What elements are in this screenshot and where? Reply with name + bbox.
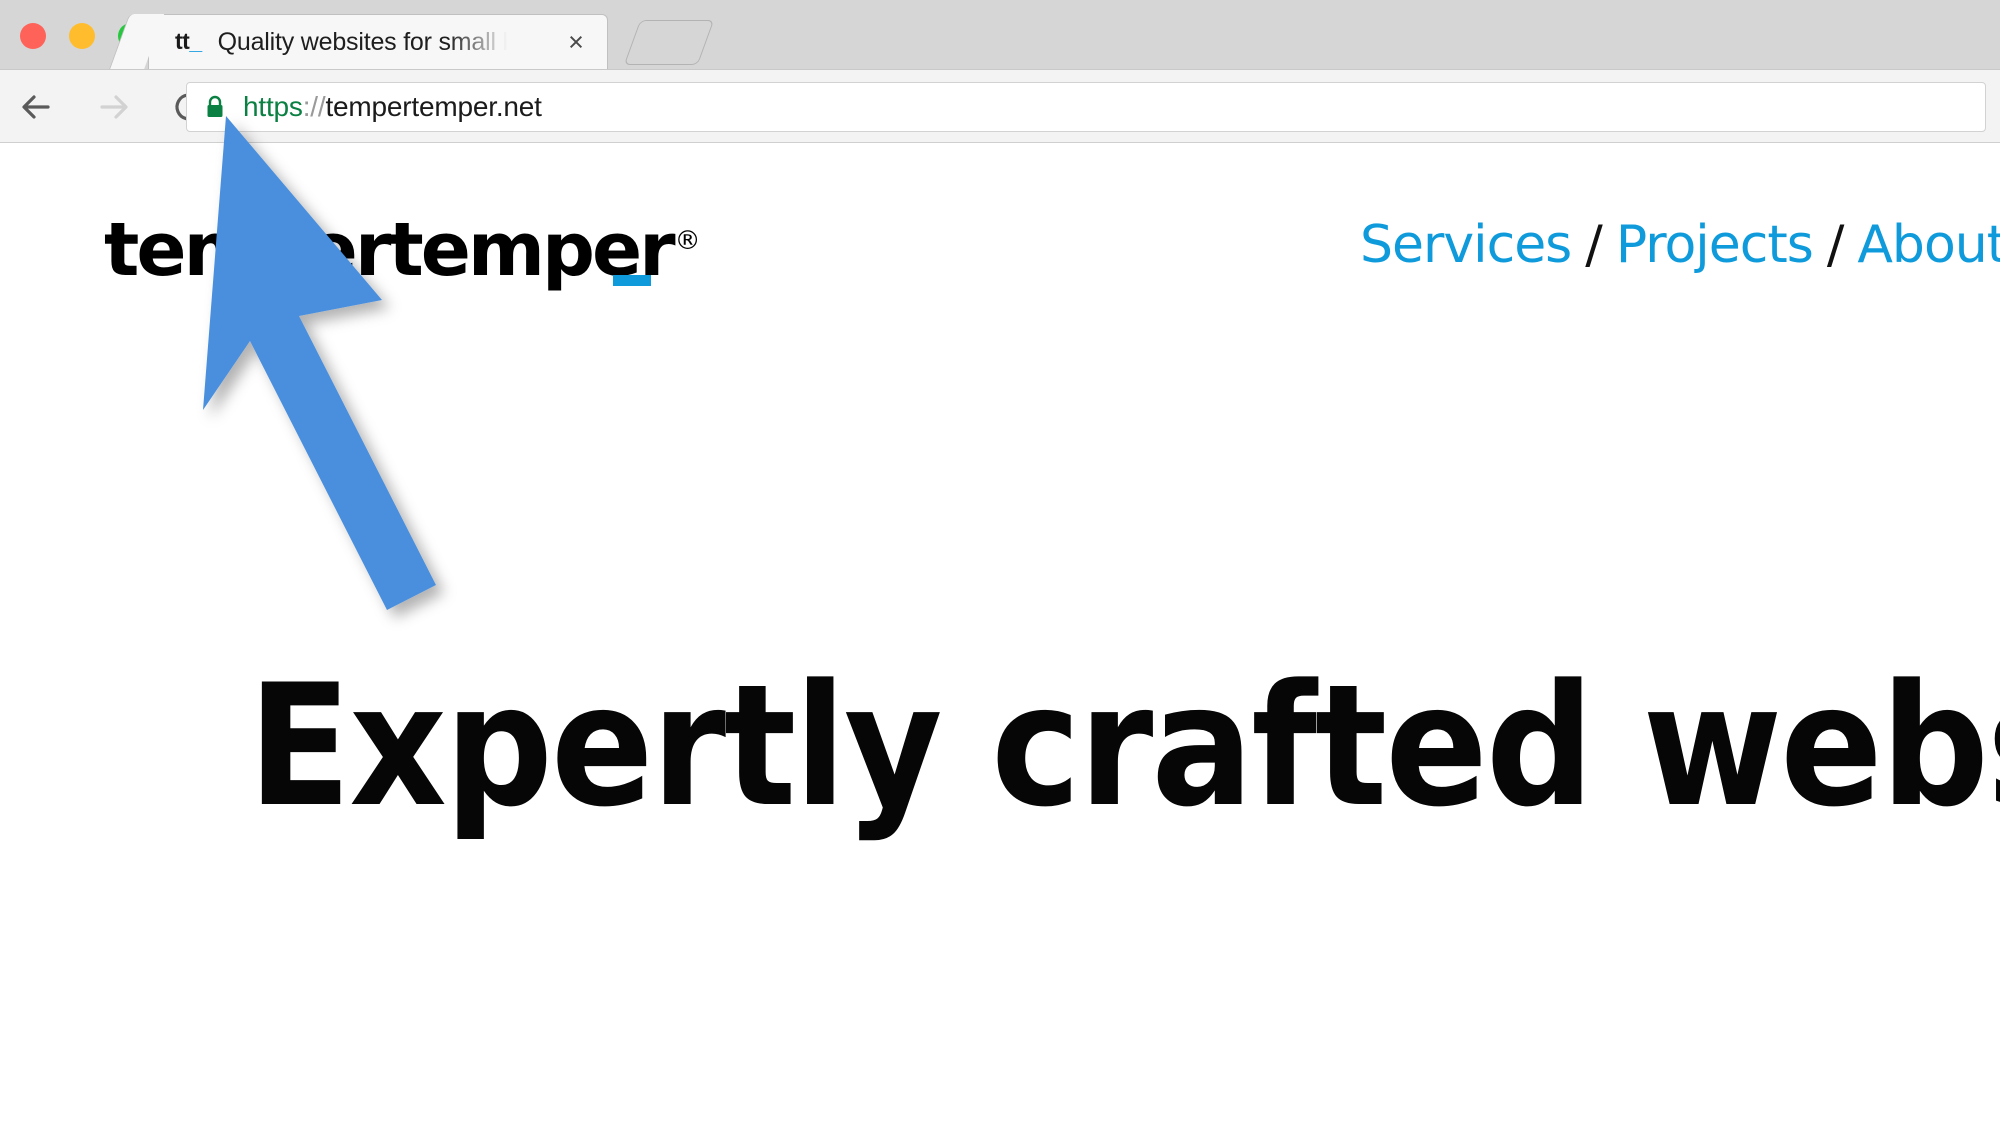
tab-favicon-icon: tt_ — [175, 27, 202, 54]
tab-title: Quality websites for small business — [217, 28, 518, 56]
url-text: https://tempertemper.net — [243, 93, 542, 121]
close-window-button[interactable] — [20, 23, 46, 49]
tab-content: tt_ Quality websites for small business — [149, 15, 607, 69]
lock-icon — [205, 95, 225, 119]
registered-trademark-icon: ® — [674, 226, 701, 257]
url-host: tempertemper.net — [325, 91, 542, 122]
nav-link-about[interactable]: About — [1857, 219, 2000, 271]
nav-separator: / — [1826, 215, 1845, 275]
nav-separator: / — [1585, 215, 1603, 275]
browser-toolbar: https://tempertemper.net — [0, 69, 2000, 143]
back-arrow-icon[interactable] — [14, 84, 60, 130]
site-logo[interactable]: tempertemper® — [104, 213, 701, 287]
nav-link-services[interactable]: Services — [1360, 219, 1572, 271]
nav-link-projects[interactable]: Projects — [1616, 219, 1814, 271]
address-bar[interactable]: https://tempertemper.net — [186, 82, 1986, 132]
logo-underscore-accent — [613, 275, 651, 286]
new-tab-button[interactable] — [623, 20, 715, 65]
browser-window: tt_ Quality websites for small business … — [0, 0, 2000, 1125]
navigation-buttons — [14, 70, 212, 144]
url-scheme: https — [243, 91, 303, 122]
browser-tab-active[interactable]: tt_ Quality websites for small business … — [148, 14, 608, 69]
site-header: tempertemper® Services / Projects / Abou… — [0, 183, 2000, 323]
close-tab-button[interactable]: × — [563, 29, 589, 56]
site-logo-text: tempertemper — [104, 207, 676, 293]
page-title: Expertly crafted webs — [248, 648, 2000, 844]
forward-arrow-icon — [90, 84, 136, 130]
browser-chrome: tt_ Quality websites for small business … — [0, 0, 2000, 143]
page-viewport: tempertemper® Services / Projects / Abou… — [0, 143, 2000, 1125]
tab-title-wrapper: Quality websites for small business — [218, 26, 518, 58]
site-navigation: Services / Projects / About / B — [1360, 219, 2000, 271]
tab-strip: tt_ Quality websites for small business … — [0, 0, 2000, 69]
url-separator: :// — [302, 91, 326, 122]
minimize-window-button[interactable] — [69, 23, 95, 49]
